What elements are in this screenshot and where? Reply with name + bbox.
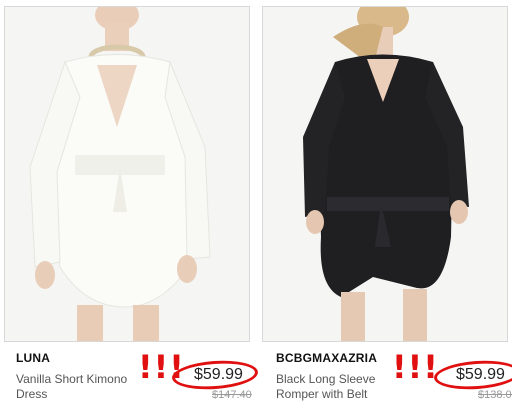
product-photo[interactable]	[262, 6, 508, 342]
sale-price: $59.99	[456, 366, 505, 383]
original-price: $147.40	[212, 389, 252, 401]
sale-price: $59.99	[194, 366, 243, 383]
exclamation-marks: !!!	[392, 348, 439, 386]
white-dress-illustration	[5, 7, 249, 341]
product-name[interactable]: Black Long Sleeve Romper with Belt	[276, 372, 396, 402]
original-price: $138.00	[478, 389, 512, 401]
black-romper-illustration	[263, 7, 507, 341]
price-highlight: $59.99	[171, 358, 262, 392]
product-name[interactable]: Vanilla Short Kimono Dress	[16, 372, 136, 402]
product-brand[interactable]: LUNA	[16, 351, 50, 365]
product-photo[interactable]	[4, 6, 250, 342]
price-highlight: $59.99	[433, 358, 512, 392]
product-brand[interactable]: BCBGMAXAZRIA	[276, 351, 377, 365]
